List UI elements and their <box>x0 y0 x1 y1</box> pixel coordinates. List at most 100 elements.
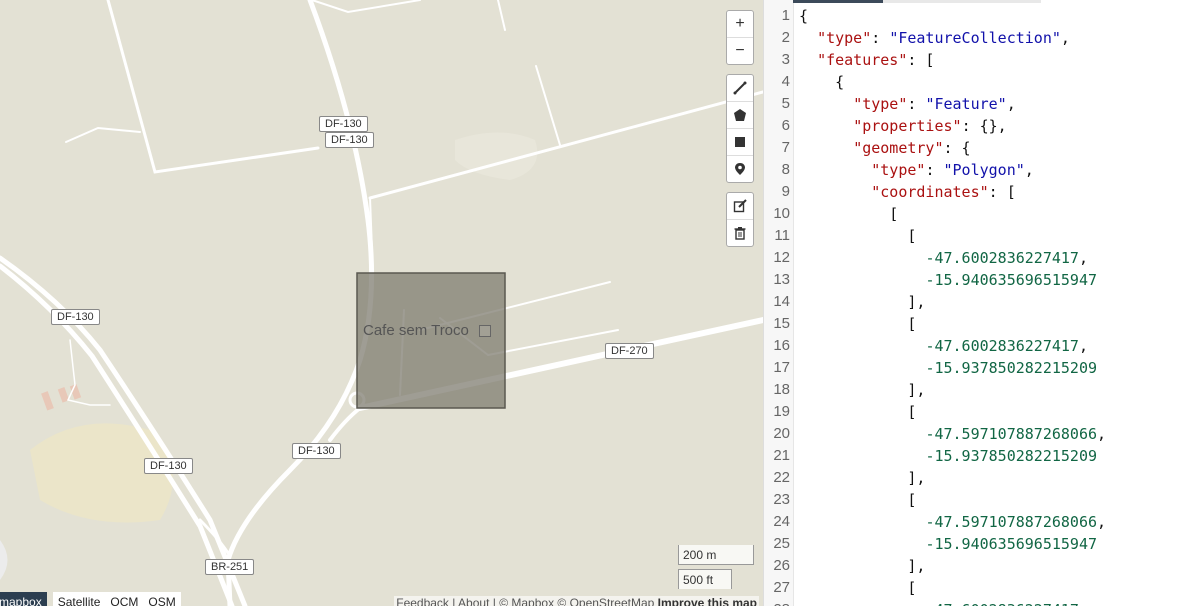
delete-button[interactable] <box>727 219 753 246</box>
road-label-df130-b: DF-130 <box>325 132 374 148</box>
tab-json[interactable] <box>793 0 883 3</box>
layer-osm[interactable]: OSM <box>143 592 181 606</box>
draw-polygon-button[interactable] <box>727 101 753 128</box>
code-text: [ <box>799 403 917 421</box>
code-text: [ <box>799 227 917 245</box>
line-number: 20 <box>773 425 790 442</box>
road-label-df130-e: DF-130 <box>144 458 193 474</box>
line-number: 14 <box>773 293 790 310</box>
draw-rectangle-button[interactable] <box>727 128 753 155</box>
line-number: 16 <box>773 337 790 354</box>
map-base-layer <box>0 0 763 606</box>
layer-ocm[interactable]: OCM <box>105 592 144 606</box>
zoom-out-button[interactable]: − <box>727 37 753 64</box>
scale-imperial: 500 ft <box>678 569 732 589</box>
road-label-df130-a: DF-130 <box>319 116 368 132</box>
code-text: [ <box>799 315 917 333</box>
trash-icon <box>734 227 746 240</box>
code-text: -47.6002836227417, <box>925 249 1088 267</box>
code-text: ], <box>799 381 926 399</box>
line-number: 22 <box>773 469 790 486</box>
line-number: 13 <box>773 271 790 288</box>
code-text: -47.597107887268066, <box>925 513 1107 531</box>
line-number: 12 <box>773 249 790 266</box>
zoom-in-button[interactable]: + <box>727 11 753 37</box>
line-number: 26 <box>773 557 790 574</box>
draw-line-icon <box>733 81 747 95</box>
code-text: { <box>799 7 809 25</box>
layer-mapbox[interactable]: mapbox <box>0 592 47 606</box>
line-number: 8 <box>781 161 790 178</box>
code-text: "type": "FeatureCollection", <box>817 29 1070 47</box>
code-text: "properties": {}, <box>853 117 1007 135</box>
attribution: Feedback | About | © Mapbox © OpenStreet… <box>394 596 759 606</box>
line-number: 4 <box>781 73 790 90</box>
attribution-links[interactable]: Feedback | About | © Mapbox © OpenStreet… <box>396 596 654 606</box>
code-text: -15.937850282215209 <box>925 359 1098 377</box>
line-number: 18 <box>773 381 790 398</box>
poi-marker-icon <box>479 325 491 337</box>
draw-marker-button[interactable] <box>727 155 753 182</box>
selected-polygon <box>356 272 506 409</box>
code-text: -15.940635696515947 <box>925 271 1098 289</box>
layer-satellite[interactable]: Satellite <box>52 592 106 606</box>
zoom-in-icon: + <box>735 15 745 32</box>
line-number: 28 <box>764 599 790 606</box>
layer-switcher: mapbox Satellite OCM OSM <box>0 592 181 606</box>
code-text: [ <box>799 205 899 223</box>
code-text: "geometry": { <box>853 139 971 157</box>
edit-toolbar <box>726 192 754 247</box>
draw-polygon-icon <box>734 109 746 121</box>
code-text: -47.6002836227417, <box>925 337 1088 355</box>
road-label-df130-d: DF-130 <box>292 443 341 459</box>
line-number: 27 <box>773 579 790 596</box>
line-number: 5 <box>781 95 790 112</box>
line-number: 23 <box>773 491 790 508</box>
code-text: "features": [ <box>817 51 935 69</box>
line-number: 15 <box>773 315 790 332</box>
draw-rectangle-icon <box>735 137 745 147</box>
line-number: 24 <box>773 513 790 530</box>
road-label-df270: DF-270 <box>605 343 654 359</box>
json-editor[interactable]: 1 {2 "type": "FeatureCollection", 3 "featu… <box>763 0 1201 606</box>
code-text: ], <box>799 469 926 487</box>
code-text: "type": "Polygon", <box>871 161 1034 179</box>
code-text: [ <box>799 579 917 597</box>
code-text: ], <box>799 557 926 575</box>
editor-tabs <box>793 0 1043 3</box>
code-text: -47.6002836227417 <box>799 599 1079 606</box>
code-text: { <box>799 73 845 91</box>
road-label-df130-c: DF-130 <box>51 309 100 325</box>
line-number: 21 <box>773 447 790 464</box>
line-number: 19 <box>773 403 790 420</box>
code-text: -47.597107887268066, <box>925 425 1107 443</box>
poi-label: Cafe sem Troco <box>363 322 469 339</box>
zoom-control: + − <box>726 10 754 65</box>
line-number: 2 <box>781 29 790 46</box>
tab-table[interactable] <box>883 0 1041 3</box>
line-number: 25 <box>773 535 790 552</box>
line-number: 17 <box>773 359 790 376</box>
code-text: ], <box>799 293 926 311</box>
code-text: "coordinates": [ <box>871 183 1016 201</box>
line-number: 10 <box>773 205 790 222</box>
line-number: 6 <box>781 117 790 134</box>
map-canvas[interactable]: DF-130 DF-130 DF-130 DF-130 DF-270 DF-13… <box>0 0 763 606</box>
code-text: -15.940635696515947 <box>925 535 1098 553</box>
scale-metric: 200 m <box>678 545 754 565</box>
code-text: "type": "Feature", <box>853 95 1016 113</box>
improve-map-link[interactable]: Improve this map <box>658 596 757 606</box>
line-number: 1 <box>781 7 790 24</box>
edit-icon <box>733 199 747 213</box>
line-number: 7 <box>781 139 790 156</box>
code-text: -15.937850282215209 <box>925 447 1098 465</box>
code-text: [ <box>799 491 917 509</box>
line-number: 11 <box>774 227 790 244</box>
line-number: 3 <box>781 51 790 68</box>
draw-line-button[interactable] <box>727 75 753 101</box>
draw-toolbar <box>726 74 754 183</box>
draw-marker-icon <box>735 163 745 175</box>
zoom-out-icon: − <box>735 42 745 59</box>
edit-button[interactable] <box>727 193 753 219</box>
road-label-br251: BR-251 <box>205 559 255 575</box>
